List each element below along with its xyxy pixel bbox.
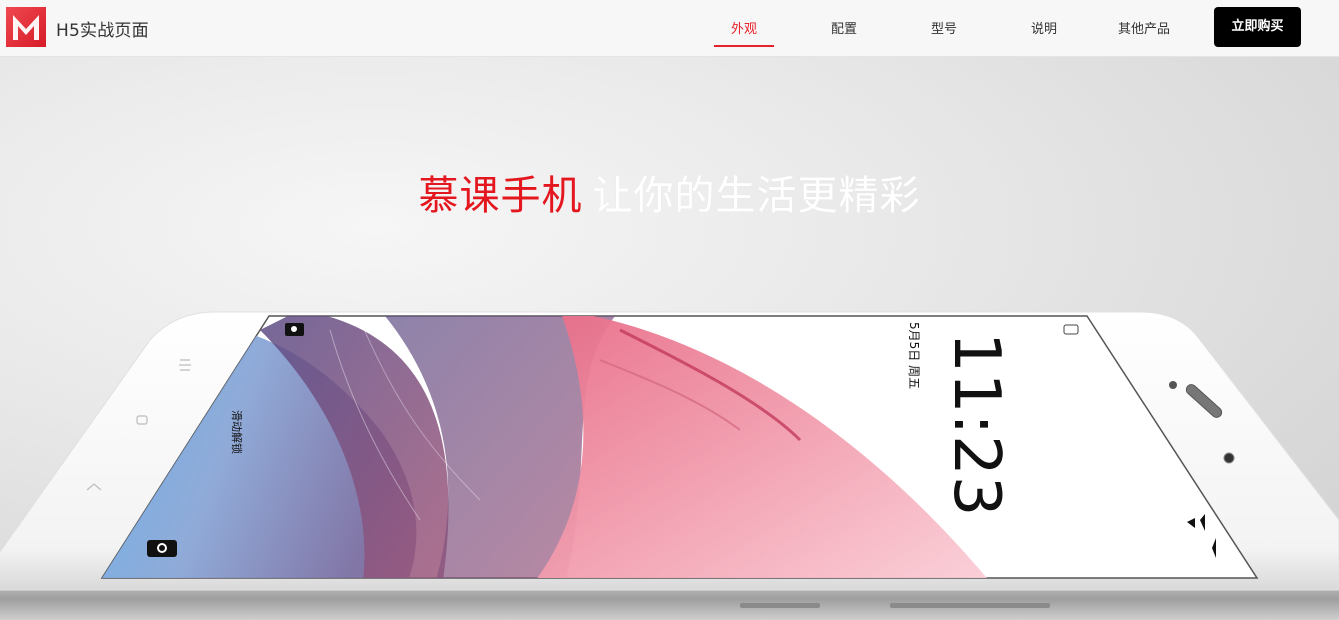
- hero-section: 慕课手机 让你的生活更精彩 11:23 5月5日 周五 滑动解锁: [0, 57, 1339, 620]
- nav-item-exterior[interactable]: 外观: [714, 18, 774, 37]
- lockscreen-unlock-text: 滑动解锁: [230, 410, 244, 454]
- nav-item-manual[interactable]: 说明: [1014, 18, 1074, 37]
- lockscreen-clock: 11:23: [939, 332, 1013, 516]
- nav-item-models[interactable]: 型号: [914, 18, 974, 37]
- lock-screen-app-icon: [285, 323, 304, 336]
- nav-active-underline: [714, 45, 774, 47]
- m-logo-icon[interactable]: [6, 7, 46, 47]
- brand-title[interactable]: H5实战页面: [56, 16, 149, 41]
- buy-now-button[interactable]: 立即购买: [1214, 7, 1301, 47]
- nav-item-config[interactable]: 配置: [814, 18, 874, 37]
- power-button: [890, 603, 1050, 608]
- camera-shortcut-icon: [147, 540, 177, 557]
- lockscreen-date: 5月5日 周五: [907, 322, 921, 389]
- volume-button: [740, 603, 820, 608]
- nav-item-other-products[interactable]: 其他产品: [1106, 18, 1182, 37]
- front-camera-icon: [1223, 452, 1235, 464]
- phone-illustration: 11:23 5月5日 周五 滑动解锁: [0, 311, 1339, 620]
- top-navbar: H5实战页面 外观 配置 型号 说明 其他产品 立即购买: [0, 0, 1339, 57]
- front-sensor-icon: [1169, 381, 1177, 389]
